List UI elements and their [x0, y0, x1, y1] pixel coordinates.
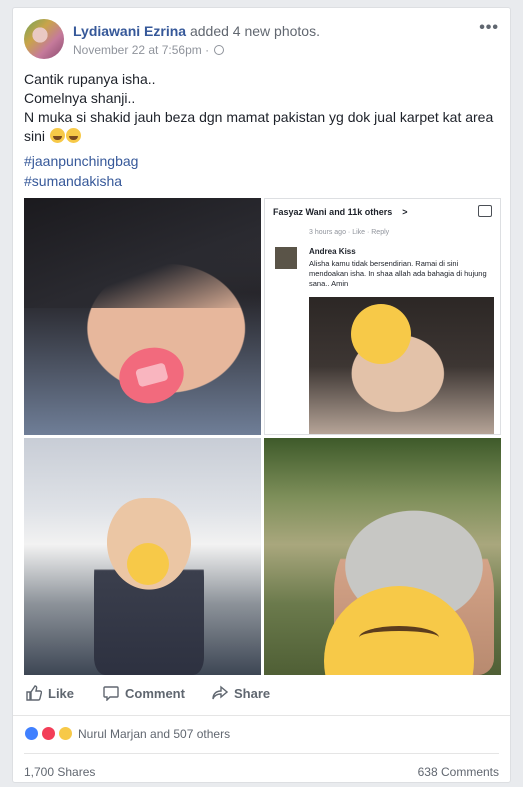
globe-icon — [214, 45, 225, 55]
post-header: Lydiawani Ezrina added 4 new photos. Nov… — [24, 19, 499, 61]
post-text-line: N muka si shakid jauh beza dgn mamat pak… — [24, 109, 498, 144]
post-text: Cantik rupanya isha.. Comelnya shanji.. … — [24, 70, 499, 146]
author-name[interactable]: Lydiawani Ezrina — [73, 23, 186, 39]
comment-text: Alisha kamu tidak bersendirian. Ramai di… — [309, 259, 489, 288]
comment-button[interactable]: Comment — [103, 685, 185, 701]
screenshot-header: Fasyaz Wani and 11k others > — [273, 205, 492, 217]
like-reaction-icon — [24, 726, 39, 741]
like-button[interactable]: Like — [26, 685, 74, 701]
commenter-name: Andrea Kiss — [309, 247, 356, 256]
divider — [13, 715, 510, 716]
share-button[interactable]: Share — [212, 685, 270, 701]
shares-count[interactable]: 1,700 Shares — [24, 765, 95, 779]
hashtags: #jaanpunchingbag #sumandakisha — [24, 151, 138, 191]
laugh-emoji-icon — [49, 128, 65, 143]
crying-emoji-icon — [351, 304, 411, 364]
photo-man[interactable] — [264, 438, 501, 675]
reactions-summary[interactable]: Nurul Marjan and 507 others — [24, 726, 230, 741]
like-icon — [478, 205, 492, 217]
mask-sticker — [112, 340, 191, 411]
comment-time: 3 hours ago · Like · Reply — [309, 229, 390, 236]
photo-comment-screenshot[interactable]: Fasyaz Wani and 11k others > 3 hours ago … — [264, 198, 501, 435]
commenter-avatar — [275, 247, 297, 269]
post-meta: November 22 at 7:56pm · — [73, 43, 225, 57]
avatar[interactable] — [24, 19, 64, 59]
photo-grid: Fasyaz Wani and 11k others > 3 hours ago … — [24, 198, 501, 675]
post-action: added 4 new photos. — [186, 23, 320, 39]
like-icon — [26, 685, 42, 701]
author-line: Lydiawani Ezrina added 4 new photos. — [73, 23, 320, 39]
post-text-line: Cantik rupanya isha.. — [24, 71, 156, 87]
crying-emoji-icon — [127, 543, 169, 585]
photo-selfie-girl[interactable] — [24, 198, 261, 435]
comments-count[interactable]: 638 Comments — [418, 765, 499, 779]
laugh-emoji-icon — [65, 128, 81, 143]
comment-icon — [103, 686, 119, 701]
post-timestamp[interactable]: November 22 at 7:56pm — [73, 43, 202, 57]
photo-baby[interactable] — [24, 438, 261, 675]
hashtag-link[interactable]: #jaanpunchingbag — [24, 151, 138, 171]
share-icon — [212, 685, 228, 700]
post-footer: 1,700 Shares 638 Comments — [24, 765, 499, 779]
more-options-icon[interactable]: ••• — [479, 19, 499, 37]
post-text-line: Comelnya shanji.. — [24, 90, 136, 106]
haha-reaction-icon — [58, 726, 73, 741]
divider — [24, 753, 499, 754]
action-bar: Like Comment Share — [24, 685, 499, 707]
reactions-text: Nurul Marjan and 507 others — [78, 726, 231, 741]
post-card: Lydiawani Ezrina added 4 new photos. Nov… — [12, 7, 511, 783]
hashtag-link[interactable]: #sumandakisha — [24, 171, 138, 191]
love-reaction-icon — [41, 726, 56, 741]
